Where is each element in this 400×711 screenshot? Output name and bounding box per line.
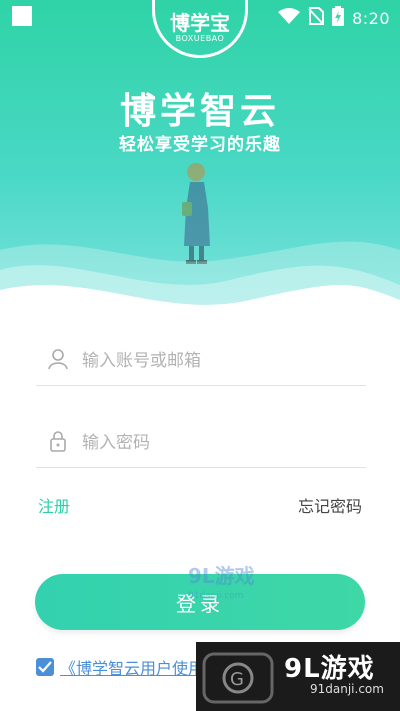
app-logo: 博学宝 BOXUEBAO <box>152 0 248 58</box>
app-title: 博学智云 <box>119 91 280 132</box>
logo-text: 博学宝 <box>170 10 230 35</box>
agreement-checkbox[interactable] <box>36 658 54 676</box>
password-field <box>36 416 366 468</box>
wifi-icon <box>278 8 301 28</box>
corner-watermark-site: 91danji.com <box>310 682 384 696</box>
checkmark-icon <box>38 661 52 673</box>
hero-banner: 8:20 博学宝 BOXUEBAO 博学智云 轻松享受学习的乐趣 <box>0 0 400 320</box>
forgot-password-link[interactable]: 忘记密码 <box>298 493 362 517</box>
app-subtitle: 轻松享受学习的乐趣 <box>119 135 281 155</box>
center-watermark-logo: 9L游戏 <box>188 564 255 588</box>
center-watermark-site: 91danji.com <box>188 591 244 601</box>
status-time: 8:20 <box>352 8 390 28</box>
center-watermark: 9L游戏 91danji.com <box>188 566 255 606</box>
wave-decoration <box>0 241 400 320</box>
logo-subtext: BOXUEBAO <box>175 33 225 43</box>
user-icon <box>48 349 68 370</box>
register-link[interactable]: 注册 <box>38 493 70 517</box>
notification-square-icon <box>12 6 32 26</box>
password-input[interactable] <box>80 424 364 462</box>
lock-icon <box>50 431 66 452</box>
corner-watermark: G 9L游戏 91danji.com <box>196 642 400 711</box>
agreement-row: 《博学智云用户使用协 <box>36 656 220 678</box>
no-sim-icon <box>308 7 325 29</box>
corner-watermark-logo: 9L游戏 <box>284 654 375 684</box>
account-field <box>36 334 366 386</box>
watermark-emblem-icon: G <box>202 652 274 704</box>
svg-text:G: G <box>230 669 244 690</box>
status-icons: 8:20 <box>278 6 390 30</box>
account-input[interactable] <box>80 342 364 380</box>
battery-icon <box>332 6 345 30</box>
